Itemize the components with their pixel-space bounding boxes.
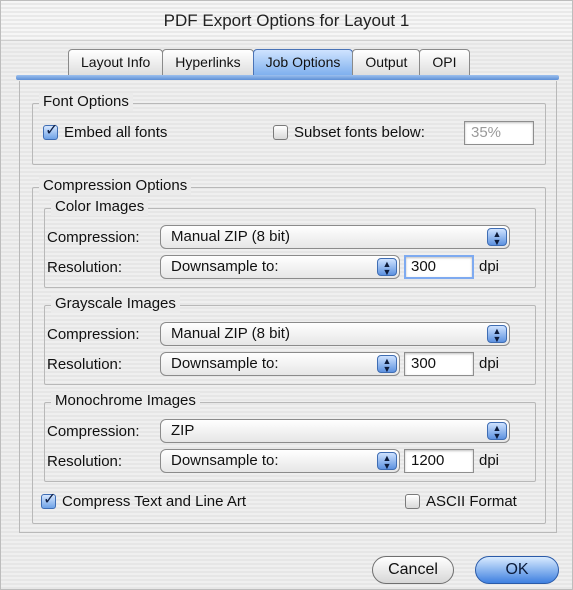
cancel-button[interactable]: Cancel	[372, 556, 454, 584]
font-options-group: Font Options ✓ Embed all fonts Subset fo…	[32, 93, 546, 165]
color-dpi-unit: dpi	[479, 258, 500, 275]
tab-strip: Layout Info Hyperlinks Job Options Outpu…	[68, 49, 470, 75]
job-options-panel: Font Options ✓ Embed all fonts Subset fo…	[19, 81, 557, 533]
monochrome-resolution-popup[interactable]: Downsample to: ▲ ▼	[160, 449, 400, 473]
checkmark-icon: ✓	[45, 122, 59, 139]
grayscale-images-group: Grayscale Images Compression: Manual ZIP…	[44, 295, 536, 385]
grayscale-compression-popup[interactable]: Manual ZIP (8 bit) ▲ ▼	[160, 322, 510, 346]
updown-arrows-icon: ▲ ▼	[487, 422, 507, 441]
pdf-export-dialog: PDF Export Options for Layout 1 Layout I…	[0, 0, 573, 590]
subset-fonts-row: Subset fonts below:	[273, 124, 425, 141]
monochrome-dpi-unit: dpi	[479, 452, 500, 469]
monochrome-resolution-mode: Downsample to:	[171, 452, 279, 469]
monochrome-compression-label: Compression:	[47, 423, 140, 440]
updown-arrows-icon: ▲ ▼	[377, 452, 397, 471]
checkmark-icon: ✓	[43, 491, 57, 508]
tab-job-options[interactable]: Job Options	[252, 49, 354, 75]
color-resolution-mode: Downsample to:	[171, 258, 279, 275]
tab-opi[interactable]: OPI	[419, 49, 470, 75]
subset-fonts-label: Subset fonts below:	[294, 124, 425, 141]
grayscale-compression-value: Manual ZIP (8 bit)	[171, 325, 290, 342]
monochrome-resolution-label: Resolution:	[47, 453, 123, 470]
grayscale-resolution-mode: Downsample to:	[171, 355, 279, 372]
ascii-format-label: ASCII Format	[426, 493, 517, 510]
updown-arrows-icon: ▲ ▼	[487, 228, 507, 247]
updown-arrows-icon: ▲ ▼	[487, 325, 507, 344]
embed-all-fonts-label: Embed all fonts	[64, 124, 168, 141]
embed-all-fonts-checkbox[interactable]: ✓	[43, 122, 59, 140]
ascii-format-checkbox[interactable]	[405, 494, 420, 509]
font-options-title: Font Options	[39, 93, 133, 111]
monochrome-dpi-field[interactable]: 1200	[404, 449, 474, 473]
tab-layout-info[interactable]: Layout Info	[68, 49, 164, 75]
color-resolution-label: Resolution:	[47, 259, 123, 276]
subset-fonts-field[interactable]: 35%	[464, 121, 534, 145]
color-compression-value: Manual ZIP (8 bit)	[171, 228, 290, 245]
color-compression-popup[interactable]: Manual ZIP (8 bit) ▲ ▼	[160, 225, 510, 249]
grayscale-resolution-popup[interactable]: Downsample to: ▲ ▼	[160, 352, 400, 376]
subset-fonts-checkbox[interactable]	[273, 125, 288, 140]
updown-arrows-icon: ▲ ▼	[377, 355, 397, 374]
color-resolution-popup[interactable]: Downsample to: ▲ ▼	[160, 255, 400, 279]
grayscale-images-title: Grayscale Images	[51, 295, 180, 313]
compress-text-label: Compress Text and Line Art	[62, 493, 246, 510]
updown-arrows-icon: ▲ ▼	[377, 258, 397, 277]
color-dpi-field[interactable]: 300	[404, 255, 474, 279]
grayscale-resolution-label: Resolution:	[47, 356, 123, 373]
compress-text-checkbox[interactable]: ✓	[41, 491, 57, 509]
grayscale-compression-label: Compression:	[47, 326, 140, 343]
embed-all-fonts-row: ✓ Embed all fonts	[43, 122, 168, 141]
ascii-format-row: ASCII Format	[405, 493, 517, 510]
monochrome-compression-value: ZIP	[171, 422, 195, 439]
window-title: PDF Export Options for Layout 1	[1, 1, 572, 41]
compression-options-title: Compression Options	[39, 177, 192, 195]
grayscale-dpi-unit: dpi	[479, 355, 500, 372]
compress-text-row: ✓ Compress Text and Line Art	[41, 491, 246, 510]
tab-hyperlinks[interactable]: Hyperlinks	[162, 49, 254, 75]
grayscale-dpi-field[interactable]: 300	[404, 352, 474, 376]
ok-button[interactable]: OK	[475, 556, 559, 584]
color-images-title: Color Images	[51, 198, 149, 216]
monochrome-compression-popup[interactable]: ZIP ▲ ▼	[160, 419, 510, 443]
monochrome-images-title: Monochrome Images	[51, 392, 200, 410]
color-compression-label: Compression:	[47, 229, 140, 246]
tab-output[interactable]: Output	[352, 49, 421, 75]
compression-options-group: Compression Options Color Images Compres…	[32, 177, 546, 524]
tab-underline	[16, 75, 559, 80]
monochrome-images-group: Monochrome Images Compression: ZIP ▲ ▼ Re…	[44, 392, 536, 482]
color-images-group: Color Images Compression: Manual ZIP (8 …	[44, 198, 536, 288]
